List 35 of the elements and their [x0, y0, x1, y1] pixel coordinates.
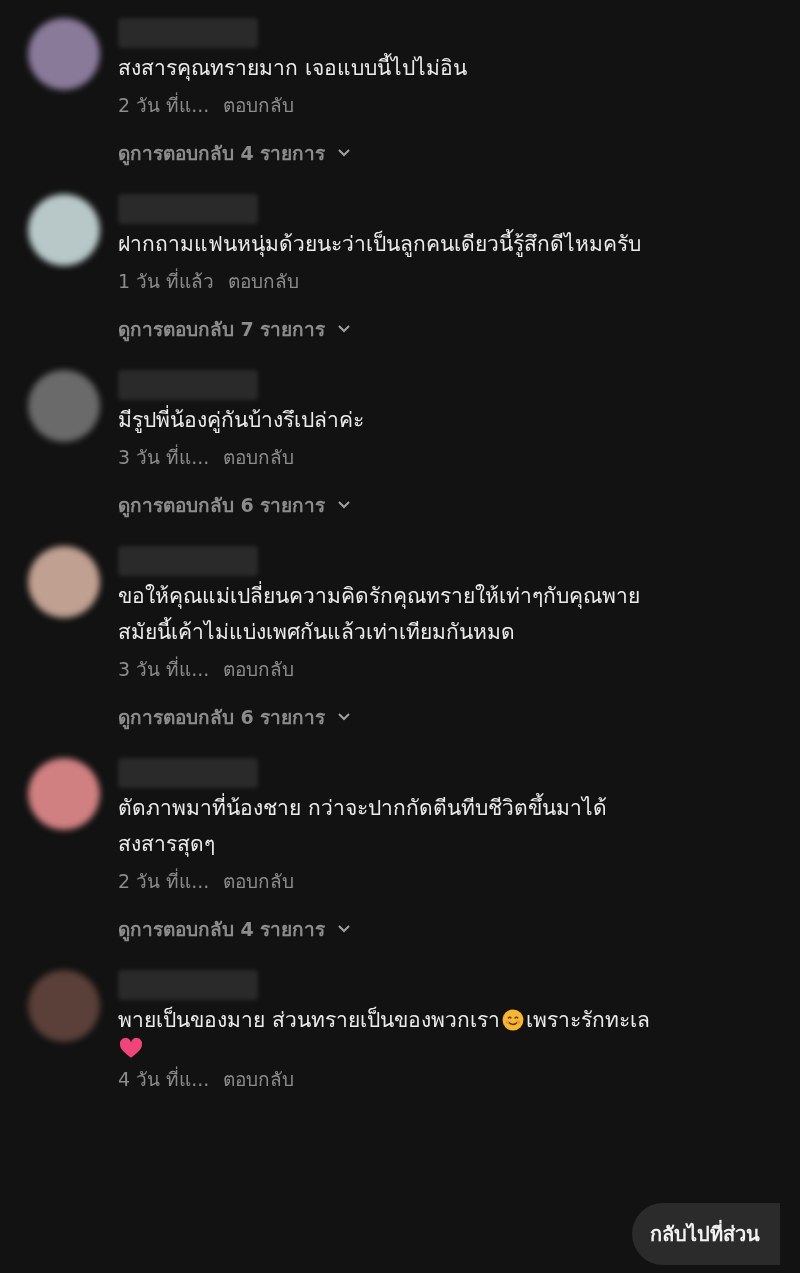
comment-text: ฝากถามแฟนหนุ่มด้วยนะว่าเป็นลูกคนเดียวนี้รู้สึกดีไหมครับ — [118, 226, 641, 262]
comment-text: มีรูปพี่น้องคู่กันบ้างรึเปล่าค่ะ — [118, 402, 364, 438]
back-to-section-button[interactable]: กลับไปที่ส่วน — [632, 1203, 780, 1265]
avatar-placeholder[interactable] — [28, 758, 100, 830]
comment-time: 3 วัน ที่แ... — [118, 443, 210, 470]
comment-time: 2 วัน ที่แ... — [118, 867, 210, 894]
chevron-down-icon — [337, 924, 352, 934]
comment-time: 1 วัน ที่แล้ว — [118, 267, 215, 294]
reply-button[interactable]: ตอบกลับ — [223, 866, 295, 896]
comment-time: 4 วัน ที่แ... — [118, 1065, 210, 1092]
view-replies-button[interactable]: ดูการตอบกลับ 4 รายการ — [118, 138, 467, 168]
chevron-down-icon — [337, 148, 352, 158]
view-replies-button[interactable]: ดูการตอบกลับ 6 รายการ — [118, 490, 364, 520]
comment-text: ขอให้คุณแม่เปลี่ยนความคิดรักคุณทรายให้เท่าๆกับคุณพาย สมัยนี้เค้าไม่แบ่งเพศกันแล้วเท่าเทียมกันหมด — [118, 578, 640, 650]
avatar-placeholder[interactable] — [28, 194, 100, 266]
chevron-down-icon — [337, 324, 352, 334]
avatar-placeholder[interactable] — [28, 546, 100, 618]
avatar-placeholder[interactable] — [28, 18, 100, 90]
chevron-down-icon — [337, 712, 352, 722]
comment-time: 3 วัน ที่แ... — [118, 655, 210, 682]
comment-text: พายเป็นของมาย ส่วนทรายเป็นของพวกเรา เพราะรักทะเล — [118, 1002, 650, 1060]
reply-button[interactable]: ตอบกลับ — [223, 442, 295, 472]
view-replies-button[interactable]: ดูการตอบกลับ 7 รายการ — [118, 314, 641, 344]
reply-button[interactable]: ตอบกลับ — [223, 90, 295, 120]
reply-button[interactable]: ตอบกลับ — [228, 266, 300, 296]
comment-time: 2 วัน ที่แ... — [118, 91, 210, 118]
reply-button[interactable]: ตอบกลับ — [223, 1064, 295, 1094]
comment-text: สงสารคุณทรายมาก เจอแบบนี้ไปไม่อิน — [118, 50, 467, 86]
view-replies-button[interactable]: ดูการตอบกลับ 4 รายการ — [118, 914, 607, 944]
comment-text: ตัดภาพมาที่น้องชาย กว่าจะปากกัดตีนทีบชีวิตขึ้นมาได้ สงสารสุดๆ — [118, 790, 607, 862]
view-replies-button[interactable]: ดูการตอบกลับ 6 รายการ — [118, 702, 640, 732]
smiling-face-icon — [501, 1009, 524, 1031]
heart-icon — [120, 1038, 142, 1060]
chevron-down-icon — [337, 500, 352, 510]
reply-button[interactable]: ตอบกลับ — [223, 654, 295, 684]
